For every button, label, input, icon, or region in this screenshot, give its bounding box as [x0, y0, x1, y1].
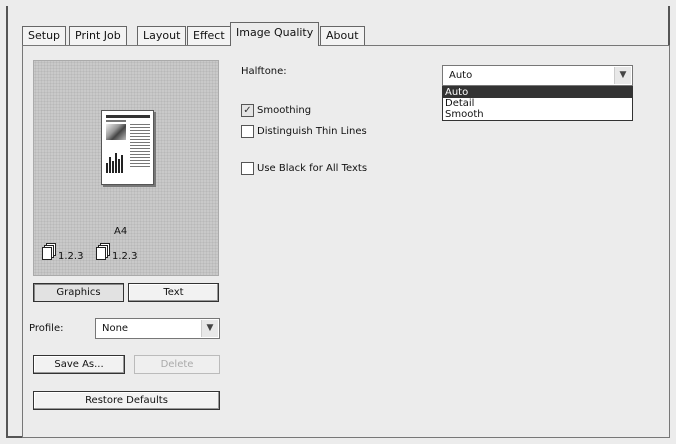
tab-layout[interactable]: Layout [137, 26, 187, 45]
chevron-down-icon[interactable]: ▼ [201, 320, 218, 337]
distinguish-thin-lines-label: Distinguish Thin Lines [257, 126, 367, 137]
print-preview: A4 1.2.3 1.2.3 [33, 60, 219, 276]
checkbox-box[interactable] [241, 162, 254, 175]
chevron-down-icon[interactable]: ▼ [614, 67, 631, 84]
checkbox-box[interactable] [241, 125, 254, 138]
smoothing-label: Smoothing [257, 105, 312, 116]
restore-defaults-button[interactable]: Restore Defaults [33, 391, 220, 410]
profile-label: Profile: [29, 323, 64, 334]
distinguish-thin-lines-checkbox[interactable]: Distinguish Thin Lines [241, 125, 367, 138]
preview-page-icon [101, 110, 154, 185]
halftone-select[interactable]: Auto ▼ [442, 65, 633, 86]
graphics-view-button[interactable]: Graphics [33, 283, 124, 302]
check-icon[interactable]: ✓ [241, 104, 254, 117]
halftone-label: Halftone: [241, 66, 287, 77]
halftone-option-smooth[interactable]: Smooth [443, 109, 632, 120]
tab-effect[interactable]: Effect [187, 26, 231, 45]
save-as-button[interactable]: Save As... [33, 355, 125, 374]
delete-button[interactable]: Delete [134, 355, 220, 374]
image-quality-panel: A4 1.2.3 1.2.3 Graphics Text Profile: No… [22, 45, 670, 438]
use-black-for-all-texts-checkbox[interactable]: Use Black for All Texts [241, 162, 367, 175]
collate-numbers: 1.2.3 [58, 251, 84, 262]
use-black-label: Use Black for All Texts [257, 163, 368, 174]
tab-about[interactable]: About [320, 26, 365, 45]
smoothing-checkbox[interactable]: ✓ Smoothing [241, 104, 311, 117]
tab-setup[interactable]: Setup [22, 26, 67, 45]
halftone-option-detail[interactable]: Detail [443, 98, 632, 109]
tab-image-quality[interactable]: Image Quality [230, 22, 320, 46]
printer-properties-window: Setup Print Job Layout Effect Image Qual… [6, 6, 670, 438]
tab-print-job[interactable]: Print Job [69, 26, 127, 45]
halftone-option-auto[interactable]: Auto [443, 87, 632, 98]
halftone-dropdown-list: Auto Detail Smooth [442, 86, 633, 121]
collate-numbers: 1.2.3 [112, 251, 138, 262]
profile-select[interactable]: None ▼ [95, 318, 220, 339]
halftone-select-value: Auto [449, 70, 473, 81]
paper-size-label: A4 [114, 226, 128, 237]
text-view-button[interactable]: Text [128, 283, 219, 302]
profile-select-value: None [102, 323, 129, 334]
